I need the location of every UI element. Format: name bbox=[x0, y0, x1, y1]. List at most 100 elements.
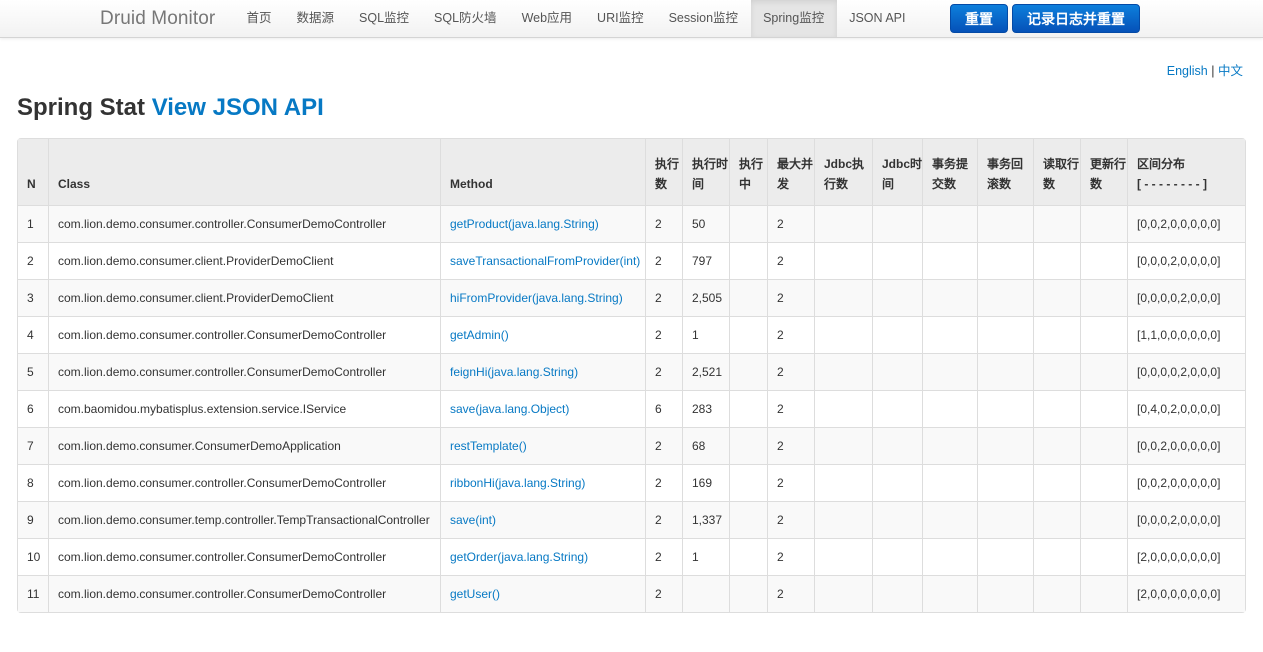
method-link[interactable]: saveTransactionalFromProvider(int) bbox=[450, 254, 640, 268]
nav-item-5[interactable]: URI监控 bbox=[585, 0, 657, 37]
cell-method: getUser() bbox=[440, 575, 645, 612]
cell-fetch-rows bbox=[1033, 242, 1080, 279]
cell-exec-time: 2,505 bbox=[682, 279, 729, 316]
cell-tx-commit bbox=[922, 464, 977, 501]
log-and-reset-button[interactable]: 记录日志并重置 bbox=[1012, 4, 1140, 33]
cell-exec-count: 2 bbox=[645, 464, 682, 501]
col-header-max-concurrent[interactable]: 最大并发 bbox=[767, 139, 814, 205]
col-header-method[interactable]: Method bbox=[440, 139, 645, 205]
method-link[interactable]: getUser() bbox=[450, 587, 500, 601]
cell-max-concurrent: 2 bbox=[767, 316, 814, 353]
cell-jdbc-time bbox=[872, 575, 922, 612]
cell-tx-commit bbox=[922, 427, 977, 464]
cell-tx-rollback bbox=[977, 279, 1033, 316]
col-header-n[interactable]: N bbox=[18, 139, 48, 205]
col-header-tx-rollback[interactable]: 事务回滚数 bbox=[977, 139, 1033, 205]
lang-chinese-link[interactable]: 中文 bbox=[1218, 64, 1243, 78]
nav-item-0[interactable]: 首页 bbox=[234, 0, 284, 37]
method-link[interactable]: getAdmin() bbox=[450, 328, 509, 342]
cell-method: save(java.lang.Object) bbox=[440, 390, 645, 427]
cell-histogram: [2,0,0,0,0,0,0,0] bbox=[1127, 575, 1245, 612]
cell-tx-commit bbox=[922, 575, 977, 612]
cell-running bbox=[729, 575, 767, 612]
cell-fetch-rows bbox=[1033, 390, 1080, 427]
cell-jdbc-time bbox=[872, 464, 922, 501]
method-link[interactable]: getOrder(java.lang.String) bbox=[450, 550, 588, 564]
cell-tx-commit bbox=[922, 242, 977, 279]
nav-item-6[interactable]: Session监控 bbox=[656, 0, 750, 37]
cell-histogram: [0,0,0,0,2,0,0,0] bbox=[1127, 279, 1245, 316]
col-header-histogram[interactable]: 区间分布 [ - - - - - - - - ] bbox=[1127, 139, 1245, 205]
cell-fetch-rows bbox=[1033, 575, 1080, 612]
table-row: 10 com.lion.demo.consumer.controller.Cons… bbox=[18, 538, 1245, 575]
cell-exec-count: 2 bbox=[645, 575, 682, 612]
col-header-exec-time[interactable]: 执行时间 bbox=[682, 139, 729, 205]
cell-max-concurrent: 2 bbox=[767, 242, 814, 279]
cell-fetch-rows bbox=[1033, 501, 1080, 538]
cell-exec-time: 68 bbox=[682, 427, 729, 464]
cell-tx-commit bbox=[922, 501, 977, 538]
reset-button[interactable]: 重置 bbox=[950, 4, 1008, 33]
cell-update-rows bbox=[1080, 575, 1127, 612]
cell-max-concurrent: 2 bbox=[767, 538, 814, 575]
table-row: 2 com.lion.demo.consumer.client.ProviderD… bbox=[18, 242, 1245, 279]
cell-jdbc-exec bbox=[814, 390, 872, 427]
cell-tx-rollback bbox=[977, 538, 1033, 575]
cell-tx-rollback bbox=[977, 464, 1033, 501]
cell-histogram: [0,0,2,0,0,0,0,0] bbox=[1127, 205, 1245, 242]
cell-fetch-rows bbox=[1033, 316, 1080, 353]
cell-exec-count: 2 bbox=[645, 316, 682, 353]
cell-histogram: [0,0,0,2,0,0,0,0] bbox=[1127, 242, 1245, 279]
cell-max-concurrent: 2 bbox=[767, 575, 814, 612]
cell-running bbox=[729, 427, 767, 464]
nav-item-4[interactable]: Web应用 bbox=[509, 0, 584, 37]
col-header-jdbc-time[interactable]: Jdbc时间 bbox=[872, 139, 922, 205]
cell-tx-rollback bbox=[977, 501, 1033, 538]
nav-item-7[interactable]: Spring监控 bbox=[750, 0, 837, 37]
col-header-tx-commit[interactable]: 事务提交数 bbox=[922, 139, 977, 205]
nav-item-8[interactable]: JSON API bbox=[837, 0, 918, 37]
cell-update-rows bbox=[1080, 464, 1127, 501]
brand-logo[interactable]: Druid Monitor bbox=[100, 8, 215, 30]
cell-tx-rollback bbox=[977, 316, 1033, 353]
col-header-update-rows[interactable]: 更新行数 bbox=[1080, 139, 1127, 205]
cell-fetch-rows bbox=[1033, 353, 1080, 390]
col-header-running[interactable]: 执行中 bbox=[729, 139, 767, 205]
cell-class: com.baomidou.mybatisplus.extension.servi… bbox=[48, 390, 440, 427]
cell-max-concurrent: 2 bbox=[767, 279, 814, 316]
cell-jdbc-exec bbox=[814, 575, 872, 612]
method-link[interactable]: feignHi(java.lang.String) bbox=[450, 365, 578, 379]
nav-item-2[interactable]: SQL监控 bbox=[347, 0, 422, 37]
cell-update-rows bbox=[1080, 279, 1127, 316]
cell-running bbox=[729, 353, 767, 390]
col-header-fetch-rows[interactable]: 读取行数 bbox=[1033, 139, 1080, 205]
cell-method: ribbonHi(java.lang.String) bbox=[440, 464, 645, 501]
cell-n: 3 bbox=[18, 279, 48, 316]
cell-tx-commit bbox=[922, 390, 977, 427]
table-header-row: N Class Method 执行数 执行时间 执行中 最大并发 Jdbc执行数… bbox=[18, 139, 1245, 205]
col-header-jdbc-exec[interactable]: Jdbc执行数 bbox=[814, 139, 872, 205]
cell-fetch-rows bbox=[1033, 205, 1080, 242]
cell-exec-time: 1 bbox=[682, 316, 729, 353]
view-json-api-link[interactable]: View JSON API bbox=[152, 94, 324, 121]
method-link[interactable]: save(int) bbox=[450, 513, 496, 527]
top-navbar: Druid Monitor 首页 数据源 SQL监控 SQL防火墙 Web应用 URI监控… bbox=[0, 0, 1263, 38]
table-body: 1 com.lion.demo.consumer.controller.Consu… bbox=[18, 205, 1245, 612]
cell-tx-commit bbox=[922, 538, 977, 575]
cell-exec-count: 2 bbox=[645, 205, 682, 242]
cell-running bbox=[729, 538, 767, 575]
col-header-class[interactable]: Class bbox=[48, 139, 440, 205]
table-row: 7 com.lion.demo.consumer.ConsumerDemoAppl… bbox=[18, 427, 1245, 464]
nav-item-1[interactable]: 数据源 bbox=[284, 0, 347, 37]
method-link[interactable]: save(java.lang.Object) bbox=[450, 402, 569, 416]
method-link[interactable]: getProduct(java.lang.String) bbox=[450, 217, 599, 231]
nav-item-3[interactable]: SQL防火墙 bbox=[422, 0, 510, 37]
method-link[interactable]: hiFromProvider(java.lang.String) bbox=[450, 291, 623, 305]
cell-tx-rollback bbox=[977, 575, 1033, 612]
lang-english-link[interactable]: English bbox=[1167, 64, 1208, 78]
cell-exec-time: 283 bbox=[682, 390, 729, 427]
col-header-exec-count[interactable]: 执行数 bbox=[645, 139, 682, 205]
cell-class: com.lion.demo.consumer.controller.Consum… bbox=[48, 205, 440, 242]
method-link[interactable]: ribbonHi(java.lang.String) bbox=[450, 476, 585, 490]
method-link[interactable]: restTemplate() bbox=[450, 439, 527, 453]
